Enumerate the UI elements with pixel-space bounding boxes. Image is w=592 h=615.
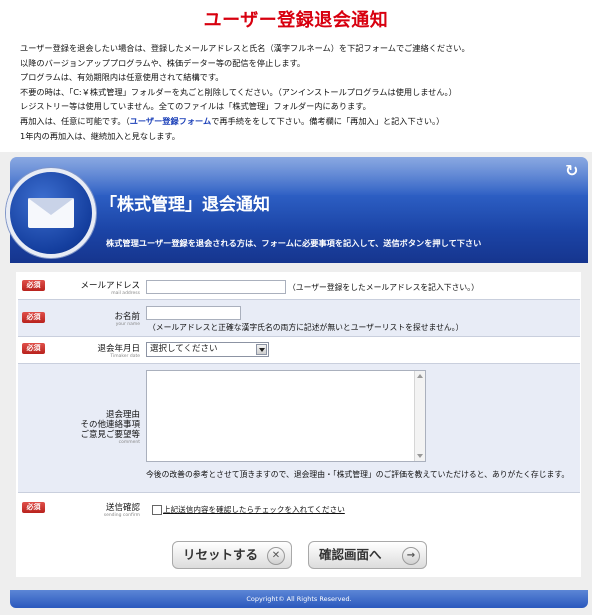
notice-line: 不要の時は、「C:￥株式管理」フォルダーを丸ごと削除してください。（アンインスト… [20, 86, 457, 97]
comment-label: 退会理由 その他連絡事項 ご意見ご要望等 comment [20, 410, 140, 446]
comment-label-1: 退会理由 [105, 410, 140, 420]
envelope-flap [28, 198, 74, 215]
chevron-down-icon[interactable] [256, 344, 267, 355]
notice-line: 1年内の再加入は、継続加入と見なします。 [20, 130, 180, 141]
confirm-label: 送信確認 sending confirm [20, 501, 140, 519]
footer-copyright: Copyright© All Rights Reserved. [10, 590, 588, 608]
date-select-value: 選択してください [150, 344, 218, 354]
notice-line: 以降のバージョンアッププログラムや、株価データー等の配信を停止します。 [20, 57, 306, 68]
banner-shine [10, 157, 588, 195]
confirm-checkbox[interactable] [152, 505, 162, 515]
email-label: メールアドレス mail address [20, 279, 140, 297]
date-label: 退会年月日 Timaker date [20, 342, 140, 360]
confirm-label-en: sending confirm [103, 513, 140, 518]
email-field[interactable] [146, 280, 286, 294]
rejoin-before: 再加入は、任意に可能です。（ [20, 115, 130, 126]
refresh-icon[interactable]: ↻ [565, 163, 581, 179]
email-label-en: mail address [111, 291, 140, 296]
name-label-en: your name [115, 322, 140, 327]
textarea-scrollbar[interactable] [414, 371, 425, 461]
envelope-icon [28, 198, 74, 228]
email-hint: （ユーザー登録をしたメールアドレスを記入下さい。） [288, 283, 479, 292]
date-select[interactable]: 選択してください [146, 342, 269, 357]
name-field[interactable] [146, 306, 241, 320]
scroll-down-icon[interactable] [417, 454, 423, 458]
confirm-label-text: 送信確認 [105, 503, 140, 513]
notice-line: ユーザー登録を退会したい場合は、登録したメールアドレスと氏名（漢字フルネーム）を… [20, 43, 470, 53]
page-title: ユーザー登録退会通知 [203, 10, 389, 31]
confirm-checkbox-label[interactable]: 上記送信内容を確認したらチェックを入れてください [163, 504, 345, 515]
banner-title: 「株式管理」退会通知 [100, 195, 270, 215]
date-label-text: 退会年月日 [97, 344, 140, 354]
comment-textarea[interactable] [146, 370, 426, 462]
notice-line-rejoin: 再加入は、任意に可能です。（ユーザー登録フォームで再手続ををして下さい。備考欄に… [20, 114, 580, 129]
user-registration-form-link[interactable]: ユーザー登録フォーム [130, 116, 211, 126]
comment-label-3: ご意見ご要望等 [80, 430, 140, 440]
comment-label-en: comment [118, 440, 140, 445]
banner-subtitle: 株式管理ユーザー登録を退会される方は、フォームに必要事項を記入して、送信ボタンを… [106, 238, 482, 248]
comment-label-2: その他連絡事項 [80, 420, 140, 430]
name-hint: （メールアドレスと正確な漢字氏名の両方に記述が無いとユーザーリストを探せません。… [148, 323, 464, 332]
name-label-text: お名前 [114, 312, 140, 322]
date-label-en: Timaker date [110, 354, 140, 359]
notice-line: レジストリー等は使用していません。全てのファイルは「株式管理」フォルダー内にあり… [20, 101, 371, 112]
scroll-up-icon[interactable] [417, 374, 423, 378]
notice-line: プログラムは、有効期限内は任意使用されて結構です。 [20, 72, 224, 83]
confirm-screen-button[interactable]: 確認画面へ → [308, 541, 427, 569]
comment-hint: 今後の改善の参考とさせて頂きますので、退会理由・「株式管理」のご評価を教えていた… [146, 470, 570, 479]
notice-text: ユーザー登録を退会したい場合は、登録したメールアドレスと氏名（漢字フルネーム）を… [20, 41, 580, 143]
close-icon: ✕ [267, 547, 285, 565]
name-label: お名前 your name [20, 310, 140, 328]
confirm-button-label: 確認画面へ [319, 547, 382, 562]
email-label-text: メールアドレス [80, 281, 140, 291]
arrow-right-icon: → [402, 547, 420, 565]
reset-button-label: リセットする [183, 547, 259, 562]
rejoin-after: で再手続ををして下さい。備考欄に「再加入」と記入下さい。） [211, 115, 445, 126]
mail-emblem [6, 168, 96, 258]
reset-button[interactable]: リセットする ✕ [172, 541, 292, 569]
